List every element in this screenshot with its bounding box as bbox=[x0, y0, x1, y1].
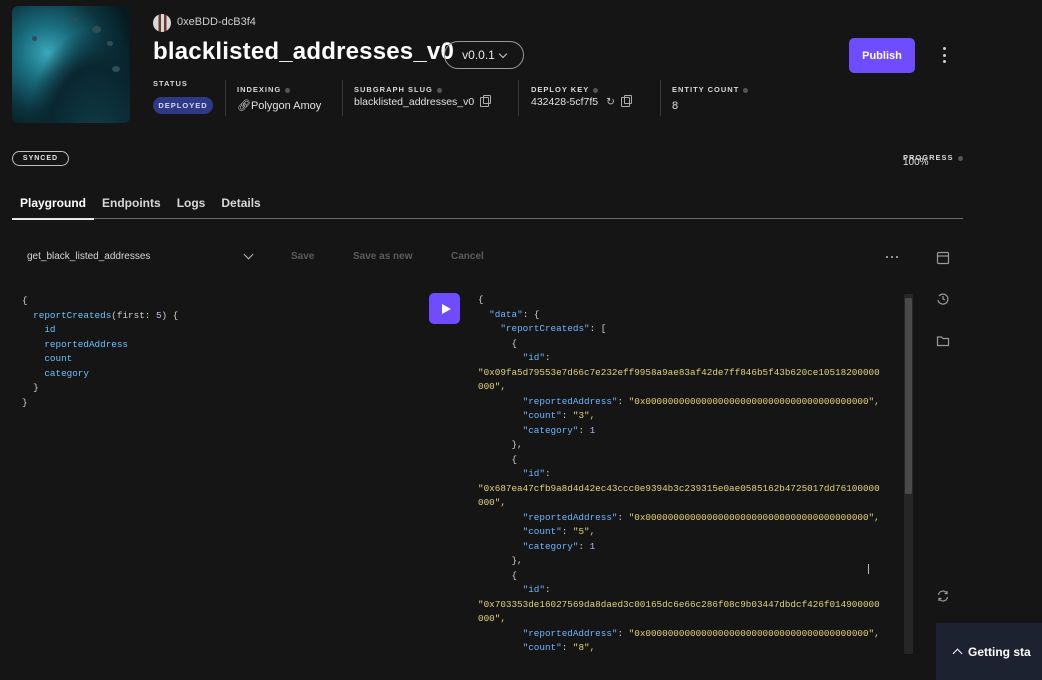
tab-playground[interactable]: Playground bbox=[12, 193, 95, 220]
result-scrollbar[interactable] bbox=[904, 294, 913, 654]
more-actions-icon[interactable] bbox=[886, 256, 898, 258]
divider bbox=[518, 80, 519, 116]
cancel-button[interactable]: Cancel bbox=[451, 251, 484, 262]
save-as-new-button[interactable]: Save as new bbox=[353, 251, 412, 262]
chevron-down-icon bbox=[498, 49, 508, 58]
query-field: reportCreateds bbox=[33, 309, 112, 321]
divider bbox=[342, 80, 343, 116]
archive-icon[interactable] bbox=[936, 251, 950, 265]
info-icon[interactable] bbox=[957, 155, 963, 161]
deploy-key-row: 432428-5cf7f5 ↻ bbox=[531, 95, 632, 108]
info-icon[interactable] bbox=[593, 87, 599, 93]
subgraph-thumbnail bbox=[12, 6, 130, 123]
entity-count-header: ENTITY COUNT bbox=[672, 79, 749, 97]
play-icon bbox=[441, 303, 451, 314]
deploy-key-label: DEPLOY KEY bbox=[531, 85, 590, 94]
result-id: "0x687ea47cfb9a8d4d42ec43ccc0e9394b3c239… bbox=[478, 482, 880, 494]
result-count: "8", bbox=[572, 642, 596, 653]
result-address: "0x0000000000000000000000000000000000000… bbox=[628, 511, 880, 523]
copy-icon[interactable] bbox=[620, 95, 632, 108]
tab-details[interactable]: Details bbox=[213, 193, 268, 218]
query-subfield: count bbox=[44, 353, 73, 364]
result-category: 1 bbox=[589, 540, 596, 552]
slug-header: SUBGRAPH SLUG bbox=[354, 79, 442, 97]
result-address: "0x0000000000000000000000000000000000000… bbox=[628, 627, 880, 639]
result-id-cont: 000", bbox=[478, 381, 506, 392]
indexing-label: INDEXING bbox=[237, 85, 282, 94]
save-button[interactable]: Save bbox=[291, 251, 314, 262]
owner-address: 0xeBDD-dcB3f4 bbox=[177, 16, 256, 28]
entity-count-label: ENTITY COUNT bbox=[672, 85, 740, 94]
indexing-value: 🔗︎Polygon Amoy bbox=[237, 99, 321, 112]
deploy-key-header: DEPLOY KEY bbox=[531, 79, 599, 97]
publish-button[interactable]: Publish bbox=[849, 38, 915, 73]
refresh-icon[interactable]: ↻ bbox=[606, 96, 615, 108]
version-label: v0.0.1 bbox=[462, 48, 495, 62]
query-subfield: id bbox=[44, 324, 56, 335]
refresh-icon[interactable] bbox=[936, 589, 950, 603]
query-result: { "data": { "reportCreateds": [ { "id": … bbox=[478, 294, 880, 653]
copy-icon[interactable] bbox=[480, 95, 492, 108]
version-dropdown[interactable]: v0.0.1 bbox=[444, 41, 524, 69]
tab-bar: Playground Endpoints Logs Details bbox=[12, 193, 963, 220]
saved-query-select[interactable]: get_black_listed_addresses bbox=[27, 251, 150, 262]
indexing-header: INDEXING bbox=[237, 79, 291, 97]
info-icon[interactable] bbox=[436, 87, 442, 93]
result-address: "0x0000000000000000000000000000000000000… bbox=[628, 395, 880, 407]
getting-started-panel[interactable]: Getting sta bbox=[936, 623, 1042, 680]
result-count: "5", bbox=[572, 526, 596, 537]
divider bbox=[660, 80, 661, 116]
result-key: data bbox=[494, 308, 518, 320]
tab-endpoints[interactable]: Endpoints bbox=[94, 193, 169, 218]
result-key: reportCreateds bbox=[505, 323, 585, 334]
info-icon[interactable] bbox=[743, 87, 749, 93]
owner-avatar bbox=[153, 14, 171, 32]
folder-icon[interactable] bbox=[936, 334, 950, 348]
info-icon[interactable] bbox=[285, 87, 291, 93]
scrollbar-thumb[interactable] bbox=[905, 298, 912, 494]
query-editor[interactable]: { reportCreateds(first: 5) { id reported… bbox=[22, 294, 178, 410]
result-category: 1 bbox=[589, 424, 596, 436]
divider bbox=[225, 80, 226, 116]
query-arg-value: 5 bbox=[155, 309, 162, 321]
status-label: STATUS bbox=[153, 79, 188, 88]
entity-count-value: 8 bbox=[672, 100, 679, 112]
result-id-cont: 000", bbox=[478, 613, 506, 624]
result-id-cont: 000", bbox=[478, 497, 506, 508]
page-title: blacklisted_addresses_v0 bbox=[153, 38, 454, 65]
run-query-button[interactable] bbox=[429, 293, 460, 324]
progress-value: 100% bbox=[903, 157, 929, 168]
synced-badge: SYNCED bbox=[12, 151, 69, 166]
text-cursor bbox=[868, 564, 874, 574]
status-badge: DEPLOYED bbox=[153, 97, 213, 114]
slug-label: SUBGRAPH SLUG bbox=[354, 85, 433, 94]
slug-value-row: blacklisted_addresses_v0 bbox=[354, 95, 492, 108]
result-count: "3", bbox=[572, 410, 596, 421]
chevron-down-icon[interactable] bbox=[243, 249, 254, 260]
history-icon[interactable] bbox=[936, 292, 950, 306]
chevron-up-icon bbox=[952, 648, 963, 659]
query-subfield: reportedAddress bbox=[44, 338, 129, 350]
query-subfield: category bbox=[44, 367, 89, 379]
getting-started-label: Getting sta bbox=[968, 644, 1031, 659]
tab-logs[interactable]: Logs bbox=[169, 193, 214, 218]
slug-value: blacklisted_addresses_v0 bbox=[354, 96, 475, 108]
network-name: Polygon Amoy bbox=[250, 100, 322, 112]
result-id: "0x703353de16027569da8daed3c00165dc6e66c… bbox=[478, 598, 880, 610]
result-id: "0x09fa5d79553e7d66c7e232eff9958a9ae83af… bbox=[478, 366, 880, 378]
query-arg-name: first bbox=[116, 309, 145, 321]
more-options-icon[interactable] bbox=[939, 47, 949, 63]
deploy-key-value: 432428-5cf7f5 bbox=[531, 96, 599, 108]
link-icon: 🔗︎ bbox=[237, 100, 251, 112]
